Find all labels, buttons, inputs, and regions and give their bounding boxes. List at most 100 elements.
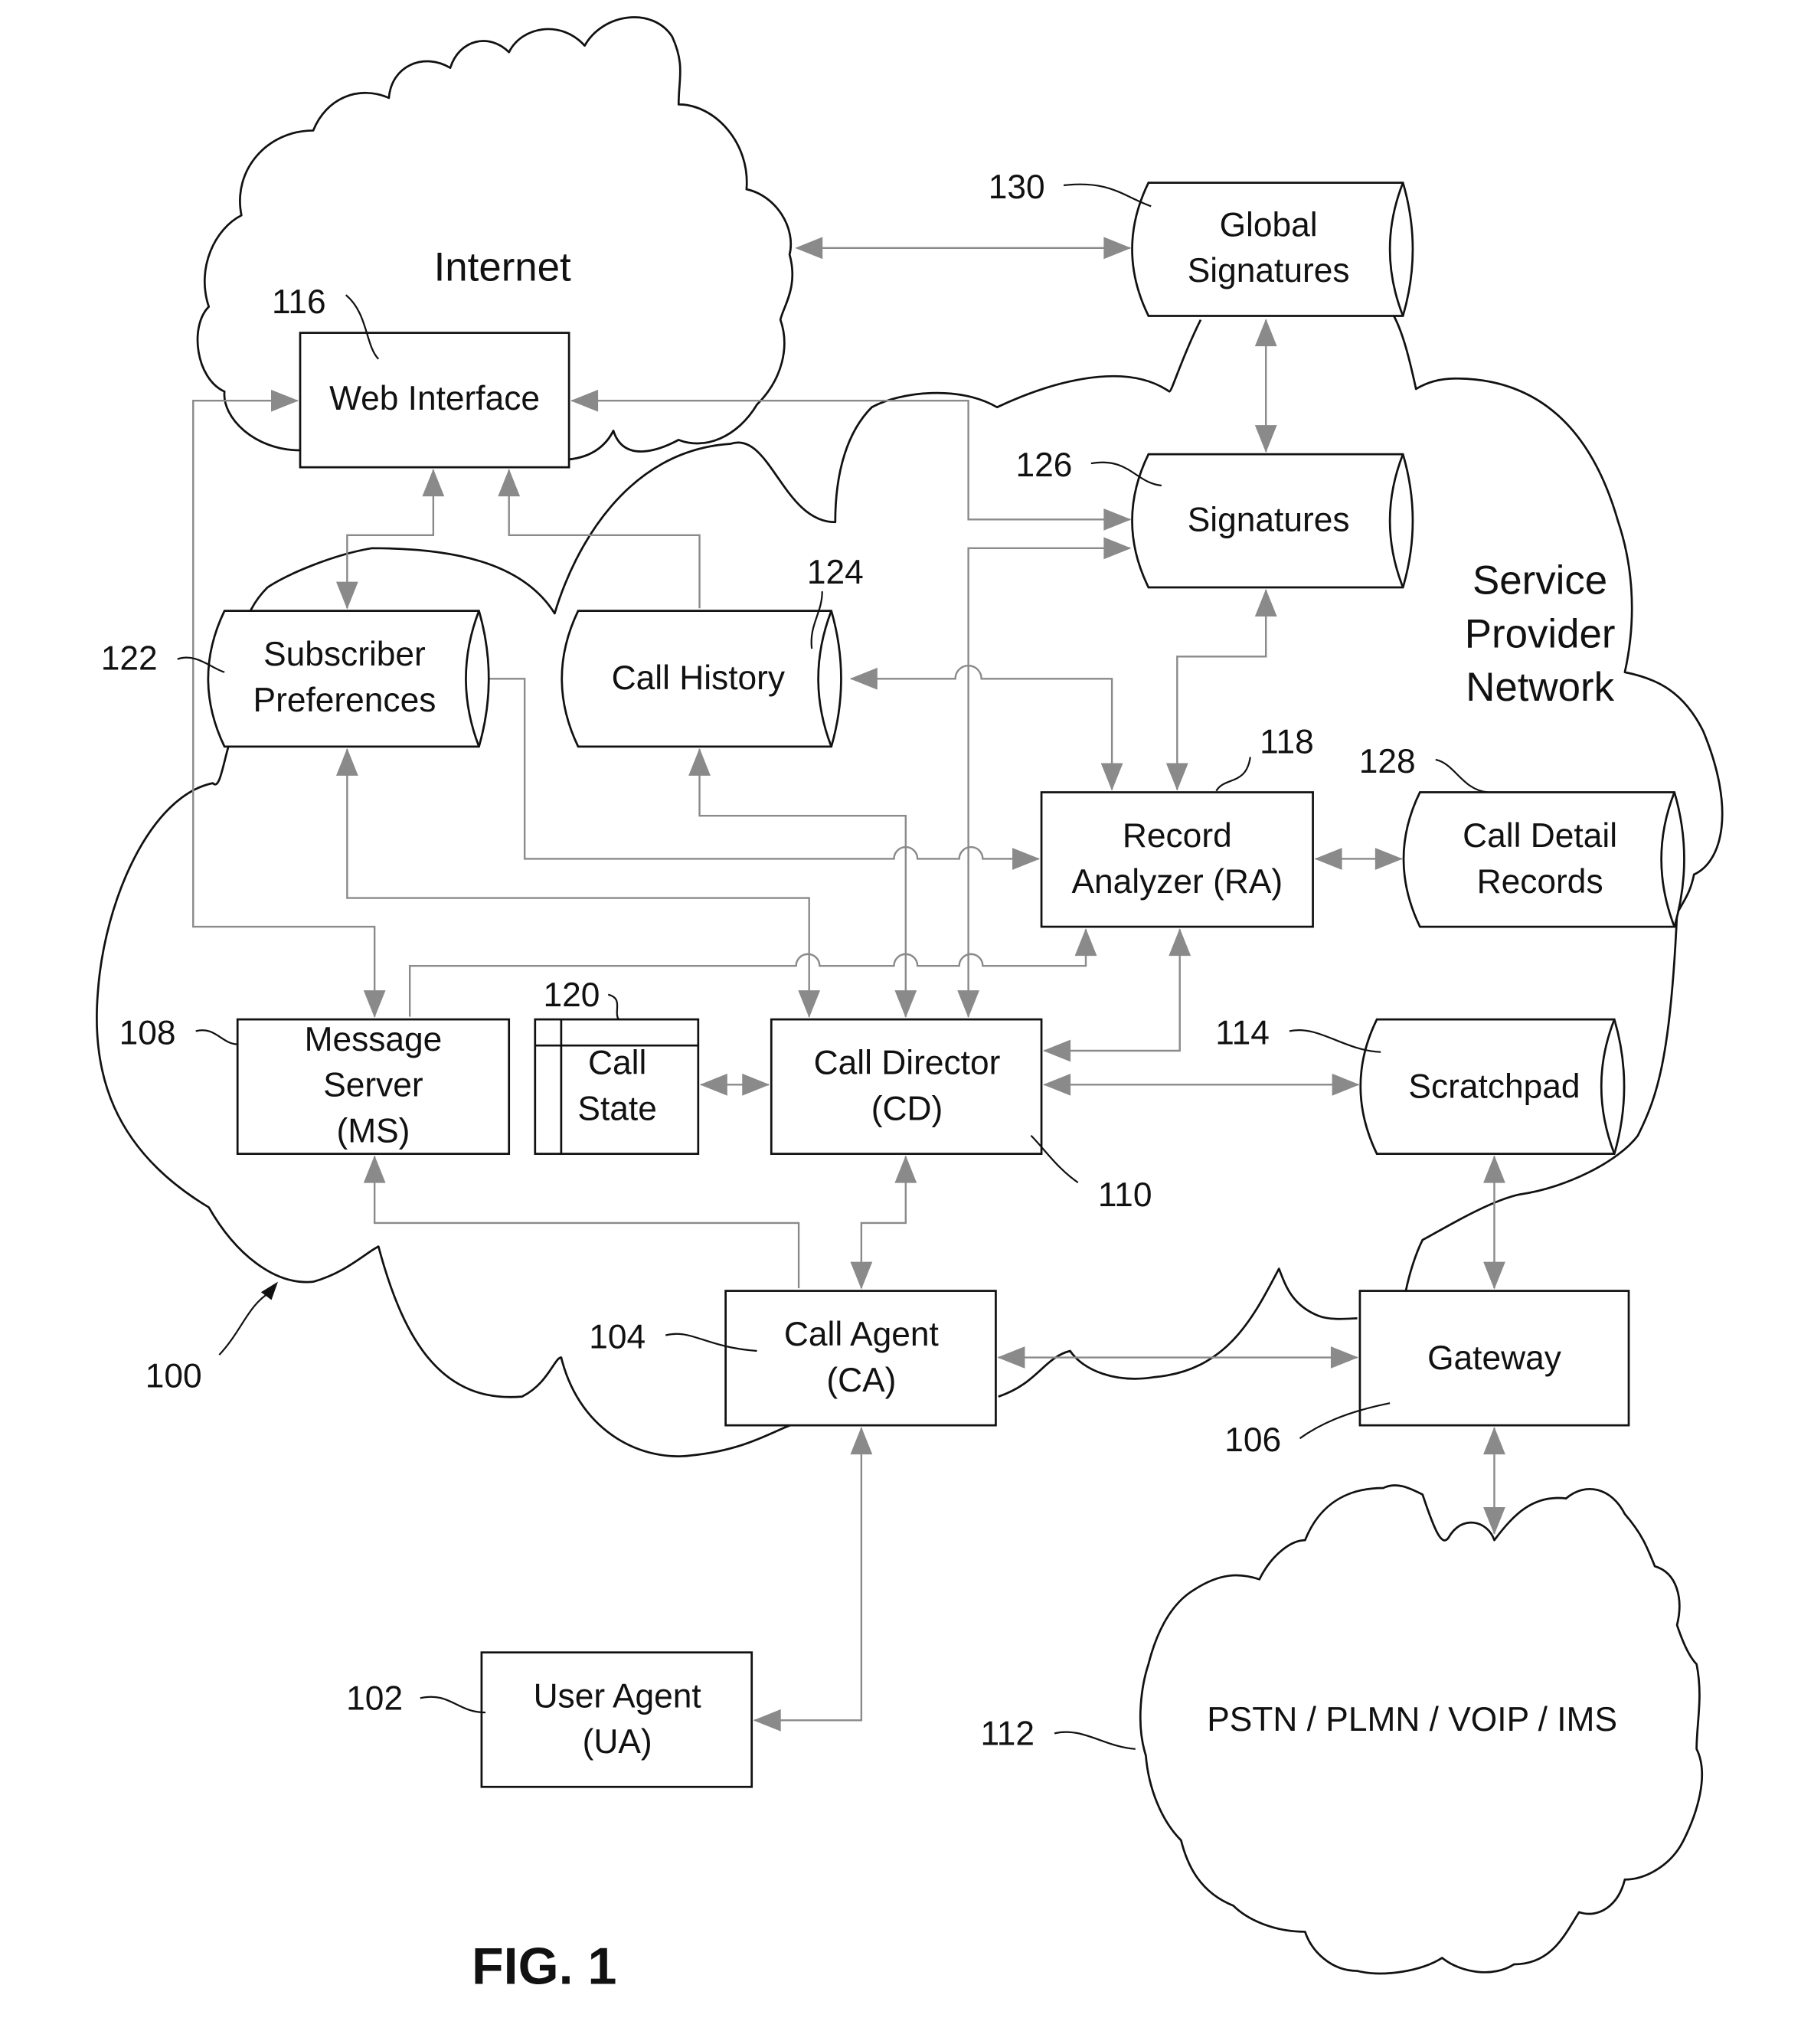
arrowhead (1483, 1155, 1505, 1183)
arrowhead (1332, 1073, 1360, 1096)
subscriber-preferences-label-line2: Preferences (253, 682, 436, 719)
connector-cd-signatures (967, 547, 1130, 1017)
ref-118: 118 (1260, 723, 1314, 760)
connector-ua-ca (754, 1428, 863, 1722)
ref-114: 114 (1215, 1014, 1270, 1051)
record-analyzer-label-line1: Record (1123, 817, 1232, 855)
arrowhead (363, 990, 386, 1019)
ref-108: 108 (119, 1014, 176, 1051)
web-interface-node: Web Interface (299, 332, 570, 469)
ref-110: 110 (1098, 1176, 1152, 1214)
scratchpad-db: Scratchpad (1359, 1018, 1626, 1156)
message-server-label-line3: (MS) (336, 1112, 410, 1150)
subscriber-preferences-db: Subscriber Preferences (207, 610, 490, 748)
connector-ms-ra (408, 929, 1087, 1017)
arrowhead (498, 469, 521, 497)
arrowhead (1483, 1261, 1505, 1290)
call-director-node: Call Director (CD) (770, 1018, 1043, 1156)
arrowhead (957, 990, 980, 1019)
ref-128: 128 (1359, 743, 1416, 780)
user-agent-label-line1: User Agent (534, 1677, 701, 1715)
arrowhead (795, 237, 823, 260)
message-server-node: Message Server (MS) (236, 1018, 511, 1156)
ref-120: 120 (544, 976, 600, 1014)
arrowhead (1374, 848, 1403, 870)
global-signatures-db: Global Signatures (1131, 182, 1414, 317)
arrowhead (688, 747, 711, 776)
arrowhead (850, 1427, 873, 1455)
ref-130: 130 (989, 168, 1045, 206)
arrowhead (422, 469, 445, 497)
message-server-label-line2: Server (323, 1067, 423, 1104)
record-analyzer-node: Record Analyzer (RA) (1040, 791, 1314, 928)
service-provider-label-line3: Network (1466, 665, 1614, 710)
arrowhead (1165, 763, 1188, 791)
system-diagram: Web Interface Global Signatures Signatur… (95, 16, 1724, 1996)
call-history-label: Call History (612, 659, 786, 697)
arrowhead (335, 581, 358, 610)
ref-104: 104 (589, 1319, 646, 1356)
connector-cd-ra (1044, 929, 1181, 1052)
pstn-label: PSTN / PLMN / VOIP / IMS (1207, 1701, 1617, 1738)
ref-100: 100 (145, 1358, 202, 1395)
figure-title: FIG. 1 (472, 1938, 616, 1996)
global-signatures-label-line2: Signatures (1188, 252, 1350, 289)
arrowhead (1043, 1039, 1071, 1062)
arrowhead (570, 389, 599, 412)
service-provider-label-line2: Provider (1465, 611, 1616, 656)
ref-122: 122 (101, 639, 158, 677)
ref-106: 106 (1224, 1421, 1281, 1459)
service-provider-label-line1: Service (1473, 558, 1607, 603)
ref-102: 102 (346, 1680, 403, 1718)
arrowhead (849, 667, 878, 690)
call-state-label-line2: State (577, 1090, 656, 1127)
arrowhead (997, 1346, 1025, 1369)
call-director-label-line1: Call Director (814, 1045, 1001, 1082)
arrowhead (1103, 508, 1132, 531)
ref-112: 112 (980, 1715, 1035, 1753)
gateway-node: Gateway (1358, 1290, 1630, 1427)
ref-126: 126 (1016, 446, 1073, 484)
connector-web-subscriber (346, 469, 435, 609)
call-agent-label-line2: (CA) (826, 1362, 896, 1399)
signatures-db: Signatures (1131, 453, 1414, 589)
arrowhead (363, 1155, 386, 1183)
internet-label: Internet (434, 244, 571, 289)
subscriber-preferences-label-line1: Subscriber (263, 636, 426, 673)
arrowhead (753, 1709, 781, 1732)
arrowhead (1100, 763, 1123, 791)
arrowhead (1169, 928, 1191, 957)
ref-116: 116 (272, 283, 326, 321)
arrowhead (1483, 1427, 1505, 1455)
connector-ra-callhistory (851, 665, 1113, 790)
arrowhead (1254, 588, 1277, 616)
connector-ca-ms (373, 1156, 800, 1289)
call-state-label-line1: Call (588, 1045, 646, 1082)
call-detail-records-label-line2: Records (1477, 863, 1603, 901)
arrowhead (1254, 319, 1277, 347)
arrowhead (894, 1155, 917, 1183)
user-agent-label-line2: (UA) (583, 1723, 652, 1761)
arrowhead (1314, 848, 1342, 870)
message-server-label-line1: Message (305, 1021, 443, 1058)
ref-124: 124 (807, 554, 864, 591)
arrowhead (1103, 537, 1132, 560)
call-history-db: Call History (561, 610, 842, 748)
call-agent-node: Call Agent (CA) (724, 1290, 997, 1427)
connector-callhistory-cd (698, 749, 907, 1017)
arrowhead (850, 1261, 873, 1290)
call-agent-label-line1: Call Agent (784, 1316, 939, 1353)
arrowhead (270, 389, 299, 412)
gateway-label: Gateway (1427, 1339, 1562, 1377)
arrowhead (1012, 848, 1041, 870)
arrowhead (335, 747, 358, 776)
arrowhead (798, 990, 821, 1019)
call-state-table: Call State (534, 1018, 700, 1156)
connector-ra-signatures (1176, 590, 1267, 790)
connector-callhistory-web (508, 469, 701, 609)
arrowhead (1043, 1073, 1071, 1096)
call-detail-records-label-line1: Call Detail (1463, 817, 1617, 855)
call-director-label-line2: (CD) (871, 1090, 943, 1127)
arrowhead (1330, 1346, 1358, 1369)
arrowhead (1103, 237, 1132, 260)
